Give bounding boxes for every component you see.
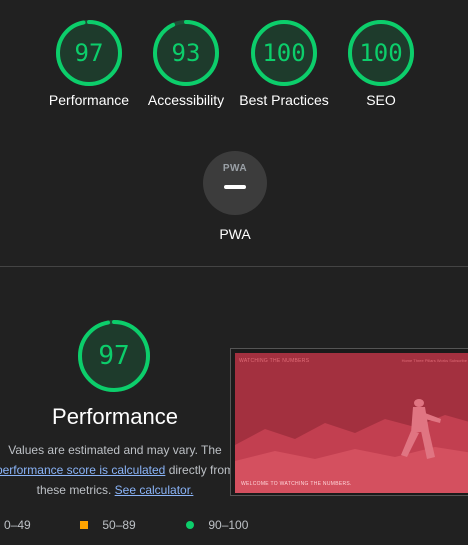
pwa-badge-icon: PWA xyxy=(203,151,267,215)
performance-description: Values are estimated and may vary. The p… xyxy=(0,440,240,500)
gauge-ring: 100 xyxy=(249,18,319,88)
desc-line-2: performance score is calculated directly… xyxy=(0,460,240,480)
desc-text: directly from xyxy=(165,463,235,477)
gauge-performance[interactable]: 97 Performance xyxy=(49,18,129,108)
gauge-seo[interactable]: 100 SEO xyxy=(346,18,416,108)
gauge-label: SEO xyxy=(366,92,396,108)
dash-icon xyxy=(224,185,246,189)
performance-gauge: 97 xyxy=(76,318,152,394)
legend-average-range: 50–89 xyxy=(102,518,136,532)
gauge-score: 93 xyxy=(171,39,201,67)
legend-fail-range: 0–49 xyxy=(4,518,31,532)
gauge-score: 97 xyxy=(74,39,104,67)
green-circle-icon xyxy=(186,521,194,529)
gauge-label: PWA xyxy=(219,226,251,242)
screenshot-image: WATCHING THE NUMBERS Home Three Pillars … xyxy=(235,353,468,493)
calculator-link[interactable]: See calculator. xyxy=(115,483,194,497)
gauge-ring: 93 xyxy=(151,18,221,88)
score-calculation-link[interactable]: performance score is calculated xyxy=(0,463,165,477)
performance-score: 97 xyxy=(98,341,130,371)
gauge-ring: 100 xyxy=(346,18,416,88)
gauge-accessibility[interactable]: 93 Accessibility xyxy=(148,18,224,108)
gauge-ring: 97 xyxy=(54,18,124,88)
desc-line-1: Values are estimated and may vary. The xyxy=(8,443,222,457)
legend-pass: 90–100 xyxy=(186,518,248,532)
performance-title: Performance xyxy=(52,404,178,429)
section-divider xyxy=(0,266,468,267)
legend-pass-range: 90–100 xyxy=(208,518,249,532)
gauge-best-practices[interactable]: 100 Best Practices xyxy=(239,18,329,108)
desc-text: these metrics. xyxy=(36,483,115,497)
gauge-score: 100 xyxy=(359,39,403,67)
legend-average: 50–89 xyxy=(80,518,136,532)
screenshot-welcome: WELCOME TO WATCHING THE NUMBERS. xyxy=(241,481,352,487)
gauge-label: Accessibility xyxy=(147,92,225,108)
desc-line-3: these metrics. See calculator. xyxy=(0,480,240,500)
gauge-score: 100 xyxy=(262,39,306,67)
soldier-illustration-icon xyxy=(235,399,468,493)
orange-square-icon xyxy=(80,521,88,529)
pwa-badge-text: PWA xyxy=(222,163,248,174)
final-screenshot[interactable]: WATCHING THE NUMBERS Home Three Pillars … xyxy=(230,348,468,496)
legend-fail: 0–49 xyxy=(4,518,31,532)
